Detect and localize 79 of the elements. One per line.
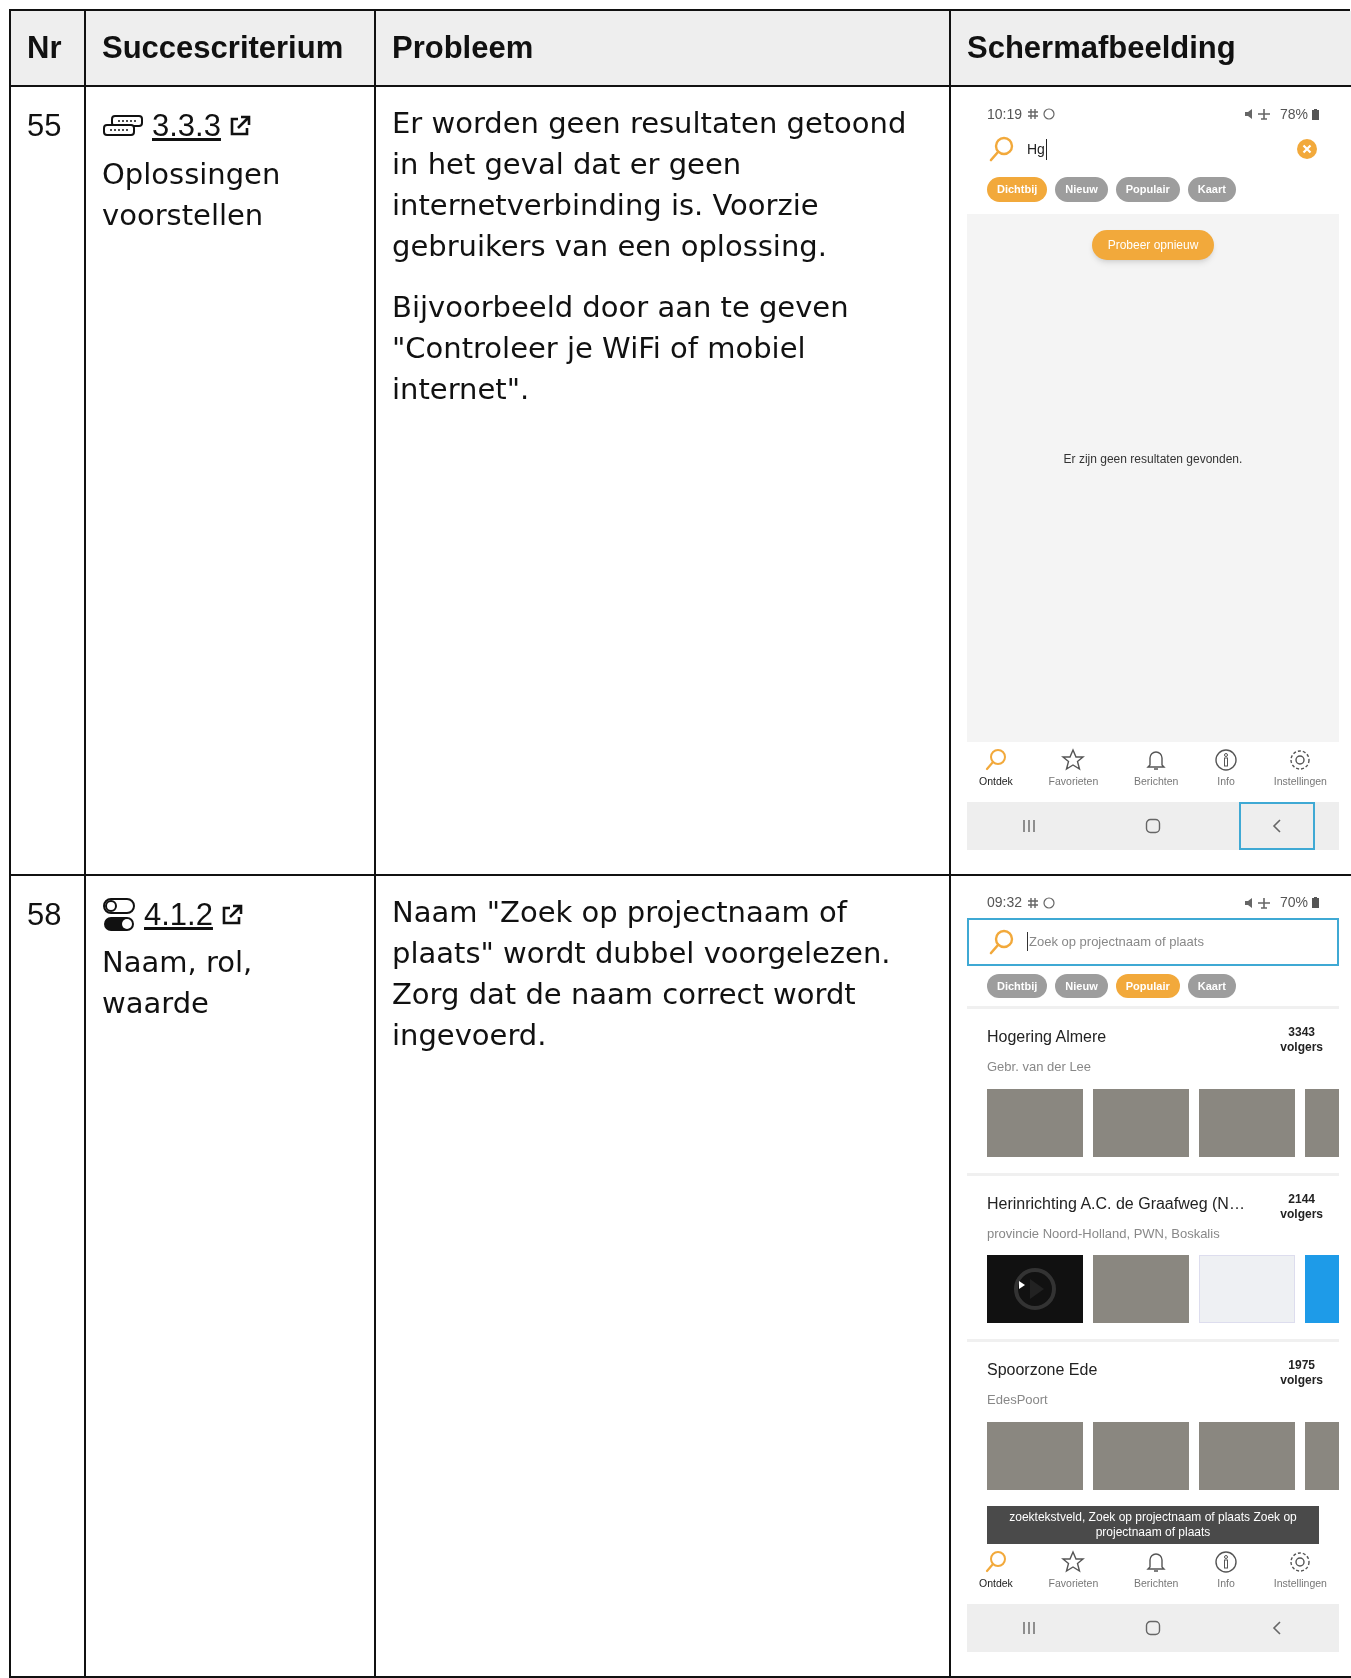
project-card[interactable]: Herinrichting A.C. de Graafweg (N… provincie Noord-Holland, PWN, Boskalis 2144 volgers [967,1172,1339,1339]
follower-count: 3343 [1288,1025,1315,1040]
external-link-icon[interactable] [220,903,243,926]
criterion-name: Oplossingen voorstellen [102,155,282,234]
column-header: Nr [11,11,86,87]
info-icon [1214,747,1239,772]
nav-tab[interactable]: Berichten [1133,1549,1179,1592]
filter-chip[interactable]: Dichtbij [987,973,1048,998]
row-number: 55 [27,108,62,143]
nav-tab[interactable]: Info [1214,1549,1239,1592]
nav-tab[interactable]: Favorieten [1048,1549,1099,1592]
nav-tab[interactable]: Ontdek [979,747,1013,790]
follower-count: 2144 [1288,1191,1315,1207]
screen-reader-toast: zoektekstveld, Zoek op projectnaam of plaats Zoek op projectnaam of plaats [987,1505,1319,1544]
nav-tab[interactable]: Ontdek [979,1549,1013,1592]
project-card[interactable]: Spoorzone Ede EdesPoort 1975 volgers [967,1339,1339,1506]
filter-chip[interactable]: Kaart [1187,177,1236,202]
notification-icons [1026,896,1057,909]
settings-icon [1288,747,1313,772]
settings-icon [1288,1549,1313,1574]
filter-chip[interactable]: Nieuw [1055,973,1108,998]
battery-percentage: 70% [1279,893,1308,912]
empty-message: Er zijn geen resultaten gevonden. [1063,450,1243,468]
info-icon [1214,1549,1239,1574]
filter-chip[interactable]: Kaart [1187,973,1236,998]
follower-label: volgers [1280,1373,1323,1388]
project-title: Spoorzone Ede [987,1360,1098,1380]
project-title: Hogering Almere [987,1027,1107,1047]
back-button[interactable] [1239,801,1315,850]
criterion-link[interactable]: 4.1.2 [144,891,213,938]
home-icon [1145,817,1161,834]
search-icon [983,1549,1008,1574]
status-time: 09:32 [987,893,1023,912]
column-header: Probleem [376,11,951,87]
column-header: Schermafbeelding [951,11,1351,87]
nav-tab[interactable]: Instellingen [1273,1549,1327,1592]
project-subtitle: provincie Noord-Holland, PWN, Boskalis [987,1224,1221,1243]
play-icon [1013,1267,1057,1311]
project-subtitle: EdesPoort [987,1391,1049,1409]
problem-text: Bijvoorbeeld door aan te geven "Controleer je WiFi of mobiel internet". [392,289,850,408]
recent-apps-icon [1021,817,1037,834]
external-link-icon[interactable] [228,115,251,138]
nav-tab[interactable]: Info [1214,747,1239,790]
problem-text: Naam "Zoek op projectnaam of plaats" wordt dubbel voorgelezen. Zorg dat de naam correct wordt ingevoerd. [392,893,892,1054]
problem-text: Er worden geen resultaten getoond in het geval dat er geen internetverbinding is. Voorzie gebruikers van een oplossing. [392,105,908,265]
criterion-link[interactable]: 3.3.3 [152,103,221,150]
nav-tab[interactable]: Instellingen [1273,747,1327,790]
criterion-name: Naam, rol, waarde [102,944,254,1022]
project-title: Herinrichting A.C. de Graafweg (N… [987,1193,1245,1214]
follower-label: volgers [1280,1206,1323,1222]
search-icon [989,136,1015,162]
project-card[interactable]: Hogering Almere Gebr. van der Lee 3343 volgers [967,1006,1339,1173]
search-field[interactable]: Zoek op projectnaam of plaats [967,917,1339,966]
back-icon [1271,1619,1283,1636]
star-icon [1061,1549,1086,1574]
star-icon [1061,747,1086,772]
nav-tab[interactable]: Favorieten [1048,747,1099,790]
battery-icon [1312,897,1319,908]
search-icon [983,747,1008,772]
follower-label: volgers [1280,1040,1323,1055]
project-subtitle: Gebr. van der Lee [987,1058,1093,1076]
nav-tab[interactable]: Berichten [1133,747,1179,790]
battery-percentage: 78% [1279,104,1308,124]
search-icon [989,928,1015,955]
filter-chip[interactable]: Populair [1115,177,1180,202]
row-number: 58 [27,896,62,932]
chat-bubbles-icon [102,114,144,139]
notification-icons [1026,108,1057,120]
battery-icon [1312,108,1319,120]
clear-icon[interactable] [1297,139,1317,159]
recent-apps-icon [1021,1619,1037,1636]
column-header: Succescriterium [86,11,376,87]
back-icon [1271,817,1283,834]
home-icon [1145,1619,1161,1636]
filter-chip[interactable]: Nieuw [1055,177,1108,202]
status-time: 10:19 [987,104,1023,124]
toggle-icon [102,896,136,933]
search-field[interactable]: Hg [967,129,1339,169]
follower-count: 1975 [1288,1358,1315,1373]
